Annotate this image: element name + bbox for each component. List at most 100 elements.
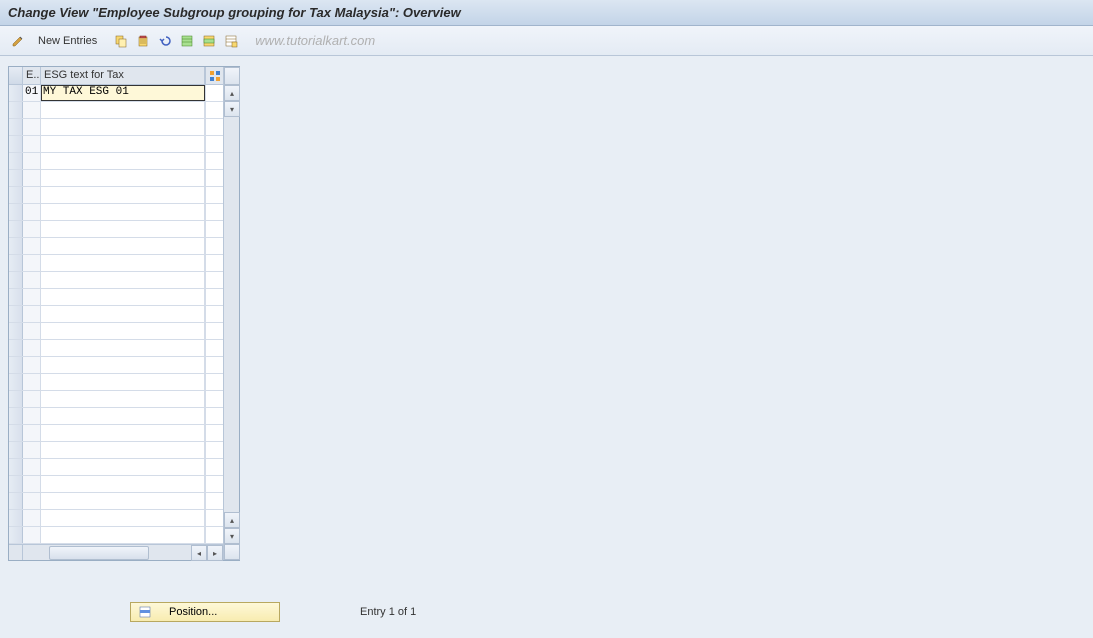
cell-e[interactable] <box>23 255 41 271</box>
col-header-e[interactable]: E.. <box>23 67 41 84</box>
cell-e[interactable] <box>23 476 41 492</box>
cell-e[interactable] <box>23 289 41 305</box>
scroll-up-button[interactable]: ▴ <box>224 85 240 101</box>
row-selector[interactable] <box>9 170 23 186</box>
cell-e[interactable] <box>23 408 41 424</box>
cell-e[interactable] <box>23 238 41 254</box>
cell-e[interactable] <box>23 374 41 390</box>
cell-e[interactable] <box>23 119 41 135</box>
row-selector[interactable] <box>9 119 23 135</box>
deselect-icon[interactable] <box>221 31 241 51</box>
row-selector[interactable] <box>9 255 23 271</box>
cell-esg[interactable] <box>41 102 205 118</box>
scrollbar-horizontal[interactable]: ◂ ▸ <box>9 544 223 560</box>
row-selector-header[interactable] <box>9 67 23 84</box>
row-selector[interactable] <box>9 391 23 407</box>
position-button[interactable]: Position... <box>130 602 280 622</box>
scroll-down-button-2[interactable]: ▾ <box>224 528 240 544</box>
row-selector[interactable] <box>9 187 23 203</box>
cell-esg[interactable] <box>41 323 205 339</box>
row-selector[interactable] <box>9 340 23 356</box>
row-selector[interactable] <box>9 102 23 118</box>
cell-esg[interactable] <box>41 204 205 220</box>
row-selector[interactable] <box>9 425 23 441</box>
row-selector[interactable] <box>9 306 23 322</box>
delete-icon[interactable] <box>133 31 153 51</box>
cell-e[interactable] <box>23 170 41 186</box>
row-selector[interactable] <box>9 221 23 237</box>
cell-esg[interactable] <box>41 255 205 271</box>
cell-e[interactable]: 01 <box>23 85 41 101</box>
scroll-up-button-2[interactable]: ▴ <box>224 512 240 528</box>
cell-esg[interactable] <box>41 374 205 390</box>
cell-e[interactable] <box>23 221 41 237</box>
row-selector[interactable] <box>9 153 23 169</box>
row-selector[interactable] <box>9 493 23 509</box>
cell-e[interactable] <box>23 340 41 356</box>
select-block-icon[interactable] <box>199 31 219 51</box>
cell-esg[interactable] <box>41 408 205 424</box>
cell-e[interactable] <box>23 323 41 339</box>
row-selector[interactable] <box>9 136 23 152</box>
row-selector[interactable] <box>9 442 23 458</box>
row-selector[interactable] <box>9 374 23 390</box>
row-selector[interactable] <box>9 408 23 424</box>
scroll-down-button[interactable]: ▾ <box>224 101 240 117</box>
scroll-left-button[interactable]: ◂ <box>191 545 207 561</box>
cell-e[interactable] <box>23 391 41 407</box>
cell-esg[interactable] <box>41 136 205 152</box>
scroll-thumb-horizontal[interactable] <box>49 546 149 560</box>
row-selector[interactable] <box>9 204 23 220</box>
cell-e[interactable] <box>23 136 41 152</box>
cell-esg[interactable] <box>41 187 205 203</box>
row-selector[interactable] <box>9 289 23 305</box>
cell-e[interactable] <box>23 102 41 118</box>
row-selector[interactable] <box>9 476 23 492</box>
row-selector[interactable] <box>9 272 23 288</box>
cell-e[interactable] <box>23 357 41 373</box>
cell-e[interactable] <box>23 306 41 322</box>
row-selector[interactable] <box>9 238 23 254</box>
row-selector[interactable] <box>9 85 23 101</box>
cell-esg[interactable] <box>41 510 205 526</box>
cell-e[interactable] <box>23 204 41 220</box>
cell-esg[interactable] <box>41 527 205 543</box>
cell-e[interactable] <box>23 187 41 203</box>
cell-e[interactable] <box>23 527 41 543</box>
cell-e[interactable] <box>23 153 41 169</box>
cell-esg-input[interactable]: MY TAX ESG 01 <box>41 85 205 101</box>
cell-esg[interactable] <box>41 425 205 441</box>
cell-esg[interactable] <box>41 442 205 458</box>
row-selector[interactable] <box>9 510 23 526</box>
cell-esg[interactable] <box>41 476 205 492</box>
cell-esg[interactable] <box>41 306 205 322</box>
cell-esg[interactable] <box>41 493 205 509</box>
cell-esg[interactable] <box>41 391 205 407</box>
cell-e[interactable] <box>23 425 41 441</box>
new-entries-button[interactable]: New Entries <box>30 33 105 49</box>
copy-icon[interactable] <box>111 31 131 51</box>
cell-esg[interactable] <box>41 170 205 186</box>
row-selector[interactable] <box>9 527 23 543</box>
cell-e[interactable] <box>23 510 41 526</box>
row-selector[interactable] <box>9 357 23 373</box>
select-all-icon[interactable] <box>177 31 197 51</box>
undo-icon[interactable] <box>155 31 175 51</box>
edit-icon[interactable] <box>8 31 28 51</box>
cell-esg[interactable] <box>41 357 205 373</box>
table-config-icon[interactable] <box>205 67 223 84</box>
cell-e[interactable] <box>23 493 41 509</box>
cell-esg[interactable] <box>41 340 205 356</box>
cell-esg[interactable] <box>41 289 205 305</box>
scrollbar-vertical[interactable]: ▴ ▾ ▴ ▾ <box>223 67 239 560</box>
cell-esg[interactable] <box>41 153 205 169</box>
cell-esg[interactable] <box>41 119 205 135</box>
cell-esg[interactable] <box>41 238 205 254</box>
cell-esg[interactable] <box>41 272 205 288</box>
scroll-right-button[interactable]: ▸ <box>207 545 223 561</box>
scroll-track-vertical[interactable] <box>224 117 239 512</box>
cell-esg[interactable] <box>41 221 205 237</box>
row-selector[interactable] <box>9 459 23 475</box>
cell-e[interactable] <box>23 459 41 475</box>
row-selector[interactable] <box>9 323 23 339</box>
